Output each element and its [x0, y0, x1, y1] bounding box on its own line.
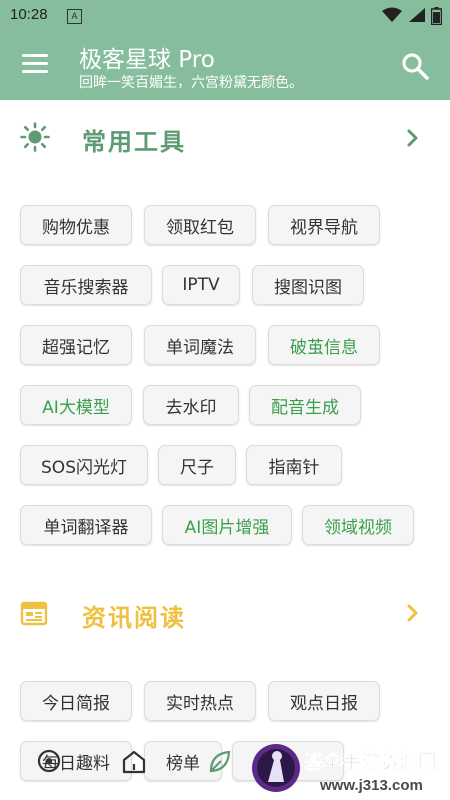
discover-icon[interactable]: [36, 748, 62, 774]
status-notification-badge: A: [67, 9, 82, 24]
tool-chip-ai-image-enhance[interactable]: AI图片增强: [162, 505, 292, 545]
tool-chip-word-magic[interactable]: 单词魔法: [144, 325, 256, 365]
home-icon[interactable]: [121, 749, 147, 775]
chevron-right-icon[interactable]: [406, 603, 420, 623]
watermark-logo: 基伞手游资源网 www.j313.com: [252, 744, 437, 794]
app-subtitle: 回眸一笑百媚生，六宫粉黛无颜色。: [79, 75, 303, 91]
news-chip-opinion-daily[interactable]: 观点日报: [268, 681, 380, 721]
sun-icon: [20, 122, 50, 152]
tool-chip-shopping[interactable]: 购物优惠: [20, 205, 132, 245]
tool-chip-ruler[interactable]: 尺子: [158, 445, 236, 485]
tools-section-header[interactable]: 常用工具: [0, 102, 450, 172]
tool-chip-memory[interactable]: 超强记忆: [20, 325, 132, 365]
news-section-title: 资讯阅读: [82, 604, 186, 632]
tool-chip-word-translator[interactable]: 单词翻译器: [20, 505, 152, 545]
tools-section-title: 常用工具: [82, 128, 186, 156]
calendar-icon: [20, 601, 48, 626]
svg-text:www.j313.com: www.j313.com: [319, 777, 423, 794]
wifi-icon: [382, 7, 402, 22]
tool-chip-sos-flashlight[interactable]: SOS闪光灯: [20, 445, 148, 485]
news-chip-hot-topics[interactable]: 实时热点: [144, 681, 256, 721]
tool-chip-image-search[interactable]: 搜图识图: [252, 265, 364, 305]
tool-chip-compass[interactable]: 指南针: [246, 445, 342, 485]
tool-chip-ai-model[interactable]: AI大模型: [20, 385, 132, 425]
menu-icon[interactable]: [22, 54, 48, 76]
tool-chip-dubbing[interactable]: 配音生成: [249, 385, 361, 425]
status-bar: 10:28 A: [0, 0, 450, 32]
battery-icon: [431, 7, 442, 25]
tool-chip-iptv[interactable]: IPTV: [162, 265, 240, 305]
news-chip-daily-brief[interactable]: 今日简报: [20, 681, 132, 721]
tool-chip-red-packet[interactable]: 领取红包: [144, 205, 256, 245]
tool-chip-music-search[interactable]: 音乐搜索器: [20, 265, 152, 305]
signal-icon: [409, 8, 425, 22]
tool-chip-domain-video[interactable]: 领域视频: [302, 505, 414, 545]
app-title: 极客星球 Pro: [79, 47, 215, 73]
status-time: 10:28: [10, 6, 48, 23]
leaf-icon[interactable]: [207, 749, 233, 775]
tool-chip-vision-nav[interactable]: 视界导航: [268, 205, 380, 245]
tool-chip-pojian-info[interactable]: 破茧信息: [268, 325, 380, 365]
search-icon[interactable]: [401, 52, 429, 80]
news-section-header[interactable]: 资讯阅读: [0, 578, 450, 648]
chevron-right-icon[interactable]: [406, 128, 420, 148]
svg-text:基伞手游资源网: 基伞手游资源网: [303, 750, 437, 773]
tool-chip-watermark-remove[interactable]: 去水印: [143, 385, 239, 425]
app-bar: 极客星球 Pro 回眸一笑百媚生，六宫粉黛无颜色。: [0, 32, 450, 100]
